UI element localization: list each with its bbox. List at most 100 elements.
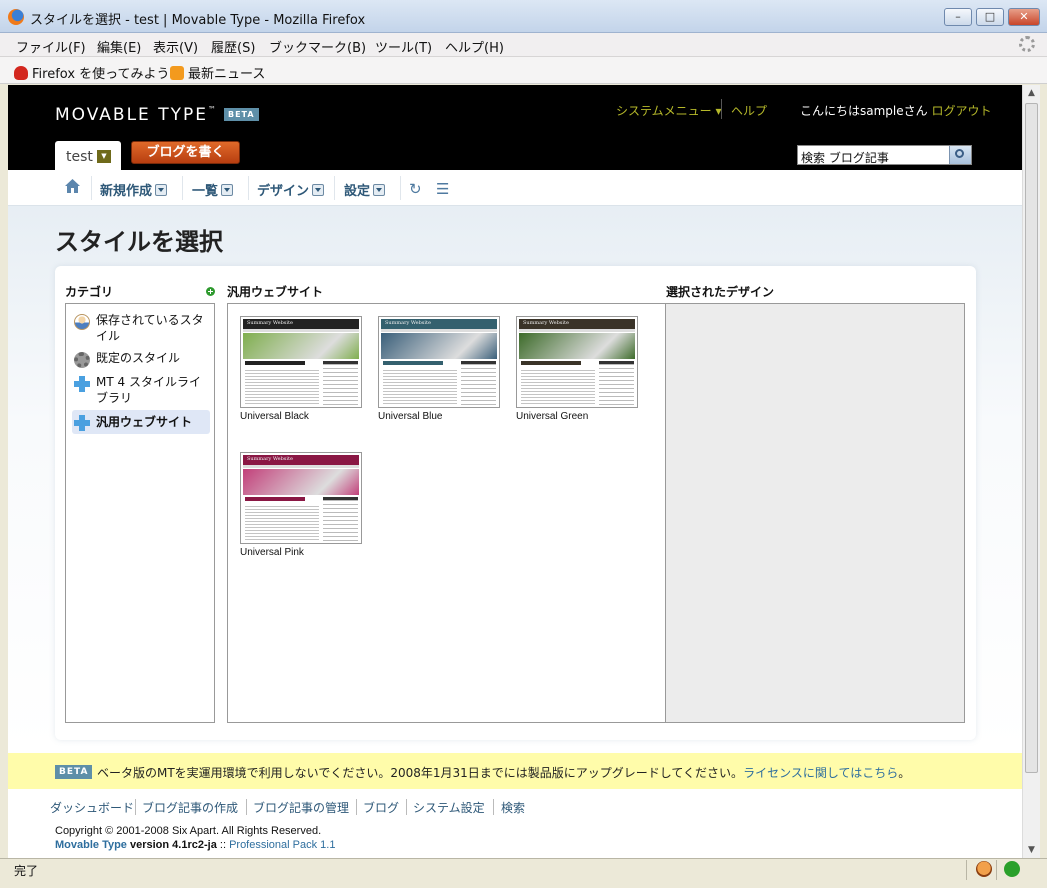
menu-edit[interactable]: 編集(E) [97, 37, 141, 56]
beta-badge: BETA [55, 765, 93, 779]
nav-design[interactable]: デザイン [257, 180, 325, 199]
beta-message: ベータ版のMTを実運用環境で利用しないでください。2008年1月31日までには製… [97, 764, 910, 781]
thumbnail-nav [243, 465, 359, 468]
nav-settings[interactable]: 設定 [344, 180, 386, 199]
mt-link[interactable]: Movable Type [55, 839, 127, 851]
license-link[interactable]: ライセンスに関してはこちら [743, 766, 898, 780]
nav-divider [248, 176, 249, 200]
chevron-down-icon[interactable] [155, 184, 168, 196]
thumbnail-sidebar [461, 361, 496, 405]
logout-link[interactable]: ログアウト [931, 104, 991, 118]
scroll-down-arrow[interactable]: ▼ [1023, 842, 1040, 858]
maximize-button[interactable]: □ [976, 8, 1004, 26]
footer-divider [493, 799, 494, 815]
search-button[interactable] [949, 146, 971, 164]
bookmark-getting-started[interactable]: Firefox を使ってみよう [14, 63, 170, 82]
window-titlebar: スタイルを選択 - test | Movable Type - Mozilla … [0, 0, 1047, 33]
thumbnail-hero-image [243, 469, 359, 495]
search-value: 検索 ブログ記事 [801, 151, 889, 165]
footer-link-manage-entries[interactable]: ブログ記事の管理 [253, 799, 349, 816]
nav-divider [182, 176, 183, 200]
category-list: 保存されているスタイル 既定のスタイル MT 4 スタイルライブラリ 汎用ウェブ… [65, 303, 215, 723]
nav-create[interactable]: 新規作成 [100, 180, 168, 199]
menu-file[interactable]: ファイル(F) [16, 37, 86, 56]
version-separator: :: [216, 839, 230, 851]
theme-thumbnail[interactable]: Summary Website [516, 316, 638, 408]
bookmark-latest-news[interactable]: 最新ニュース [170, 63, 265, 82]
refresh-icon[interactable]: ↻ [409, 180, 422, 198]
nav-label: 新規作成 [100, 184, 153, 199]
nav-divider [334, 176, 335, 200]
thumbnail-header: Summary Website [519, 319, 635, 329]
theme-universal-green[interactable]: Summary Website Universal Green [516, 316, 638, 422]
footer-link-search[interactable]: 検索 [501, 799, 525, 816]
footer-link-new-entry[interactable]: ブログ記事の作成 [142, 799, 238, 816]
category-label: 汎用ウェブサイト [96, 415, 193, 429]
professional-pack-link[interactable]: Professional Pack 1.1 [229, 839, 335, 851]
chevron-down-icon[interactable] [221, 184, 234, 196]
list-view-icon[interactable]: ☰ [436, 180, 449, 198]
scroll-up-arrow[interactable]: ▲ [1023, 85, 1040, 101]
thumbnail-header: Summary Website [243, 319, 359, 329]
category-item-mt4-library[interactable]: MT 4 スタイルライブラリ [72, 374, 210, 406]
plus-icon [74, 415, 90, 431]
search-input[interactable]: 検索 ブログ記事 [797, 145, 972, 165]
category-item-universal[interactable]: 汎用ウェブサイト [72, 410, 210, 434]
theme-universal-blue[interactable]: Summary Website Universal Blue [378, 316, 500, 422]
theme-universal-pink[interactable]: Summary Website Universal Pink [240, 452, 362, 558]
category-item-default[interactable]: 既定のスタイル [72, 350, 210, 368]
theme-thumbnail[interactable]: Summary Website [240, 316, 362, 408]
menu-tools[interactable]: ツール(T) [375, 37, 432, 56]
chevron-down-icon[interactable] [373, 184, 386, 196]
theme-label: Universal Blue [378, 411, 443, 422]
thumbnail-site-title: Summary Website [385, 320, 431, 326]
status-divider [966, 860, 967, 880]
menu-history[interactable]: 履歴(S) [211, 37, 255, 56]
category-label: MT 4 スタイルライブラリ [96, 375, 201, 405]
status-bar: 完了 [0, 858, 1047, 888]
home-icon[interactable] [65, 179, 80, 193]
thumbnail-headline [383, 361, 443, 365]
copyright: Copyright © 2001-2008 Six Apart. All Rig… [55, 825, 322, 837]
status-divider [996, 860, 997, 880]
bookmarks-toolbar: Firefox を使ってみよう 最新ニュース [0, 57, 1047, 84]
system-menu-link[interactable]: システムメニュー ▾ [616, 102, 721, 119]
category-item-saved[interactable]: 保存されているスタイル [72, 312, 210, 344]
chevron-down-icon[interactable] [312, 184, 325, 196]
thumbnail-sidebar [323, 361, 358, 405]
bookmark-label: Firefox を使ってみよう [32, 67, 170, 82]
thumbnail-body [245, 368, 319, 404]
plus-icon [74, 376, 90, 392]
write-entry-button[interactable]: ブログを書く [131, 141, 240, 164]
footer-link-blog[interactable]: ブログ [363, 799, 399, 816]
nav-list[interactable]: 一覧 [192, 180, 234, 199]
add-category-icon[interactable] [206, 287, 215, 296]
theme-label: Universal Pink [240, 547, 304, 558]
addon-monkey-icon[interactable] [976, 861, 992, 877]
theme-thumbnail[interactable]: Summary Website [378, 316, 500, 408]
nav-divider [400, 176, 401, 200]
thumbnail-site-title: Summary Website [523, 320, 569, 326]
selected-design-heading: 選択されたデザイン [666, 285, 775, 299]
check-icon[interactable] [1004, 861, 1020, 877]
menu-bookmarks[interactable]: ブックマーク(B) [269, 37, 366, 56]
vertical-scrollbar[interactable]: ▲ ▼ [1022, 85, 1040, 858]
menu-view[interactable]: 表示(V) [153, 37, 198, 56]
menu-help[interactable]: ヘルプ(H) [445, 37, 504, 56]
page-title: スタイルを選択 [55, 228, 223, 256]
footer-link-dashboard[interactable]: ダッシュボード [50, 799, 134, 816]
help-link[interactable]: ヘルプ [731, 102, 767, 119]
chevron-down-icon[interactable]: ▼ [97, 150, 111, 163]
close-button[interactable]: ✕ [1008, 8, 1040, 26]
mt-logo[interactable]: MOVABLE TYPE™ BETA [55, 105, 259, 125]
beta-message-text: ベータ版のMTを実運用環境で利用しないでください。2008年1月31日までには製… [97, 766, 744, 780]
footer-link-system-settings[interactable]: システム設定 [413, 799, 485, 816]
theme-thumbnail[interactable]: Summary Website [240, 452, 362, 544]
minimize-button[interactable]: – [944, 8, 972, 26]
main-nav: 新規作成 一覧 デザイン 設定 ↻ ☰ [8, 170, 1022, 206]
theme-universal-black[interactable]: Summary Website Universal Black [240, 316, 362, 422]
blog-selector[interactable]: test ▼ [55, 141, 121, 170]
themes-heading: 汎用ウェブサイト [227, 285, 324, 299]
scroll-thumb[interactable] [1025, 103, 1038, 773]
footer-divider [246, 799, 247, 815]
